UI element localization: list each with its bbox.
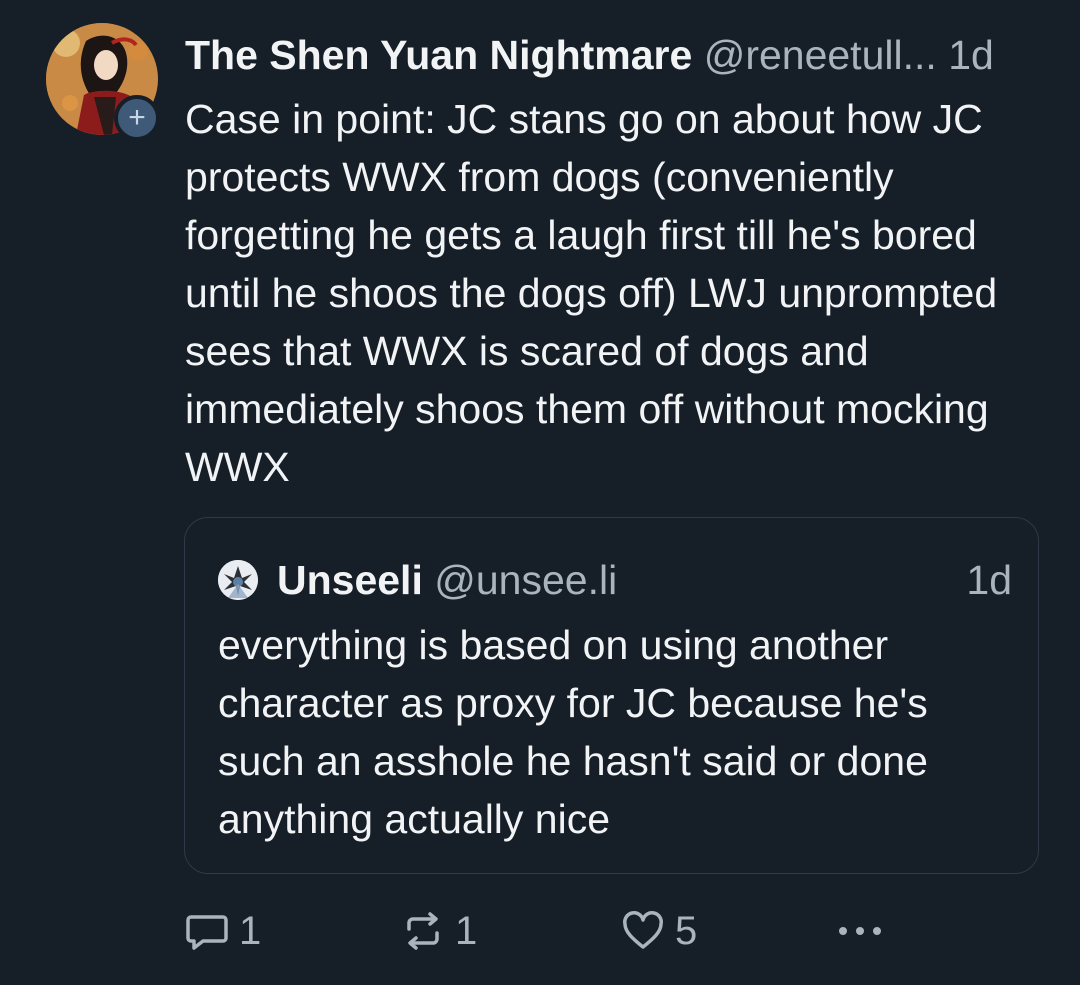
like-button[interactable]: 5 — [621, 904, 697, 958]
repost-count: 1 — [455, 908, 478, 953]
follow-plus-icon[interactable]: + — [114, 95, 160, 141]
post[interactable]: + The Shen Yuan Nightmare @reneetull... … — [0, 0, 1080, 985]
like-count: 5 — [675, 908, 698, 953]
quoted-author-display-name[interactable]: Unseeli — [277, 557, 423, 603]
post-actions: 1 1 5 — [185, 904, 1045, 958]
quoted-post[interactable]: Unseeli @unsee.li 1d everything is based… — [184, 517, 1039, 874]
reply-icon — [185, 909, 229, 953]
more-options-button[interactable] — [835, 904, 885, 958]
reply-count: 1 — [239, 908, 262, 953]
post-timestamp[interactable]: 1d — [948, 32, 994, 78]
quoted-post-header: Unseeli @unsee.li 1d — [277, 555, 1012, 605]
author-handle[interactable]: @reneetull... — [704, 32, 937, 78]
reply-button[interactable]: 1 — [185, 904, 261, 958]
quoted-post-timestamp[interactable]: 1d — [966, 555, 1012, 605]
like-icon — [621, 909, 665, 953]
repost-icon — [401, 909, 445, 953]
repost-button[interactable]: 1 — [401, 904, 477, 958]
follow-badge-label: + — [128, 101, 146, 134]
author-avatar[interactable]: + — [46, 23, 160, 141]
quoted-post-text: everything is based on using another cha… — [218, 622, 928, 842]
quoted-author-avatar[interactable] — [218, 560, 258, 600]
post-text: Case in point: JC stans go on about how … — [185, 96, 998, 490]
quoted-author-handle[interactable]: @unsee.li — [434, 557, 617, 603]
author-display-name[interactable]: The Shen Yuan Nightmare — [185, 32, 692, 78]
more-icon — [835, 921, 885, 941]
post-header: The Shen Yuan Nightmare @reneetull... 1d — [185, 30, 1045, 80]
